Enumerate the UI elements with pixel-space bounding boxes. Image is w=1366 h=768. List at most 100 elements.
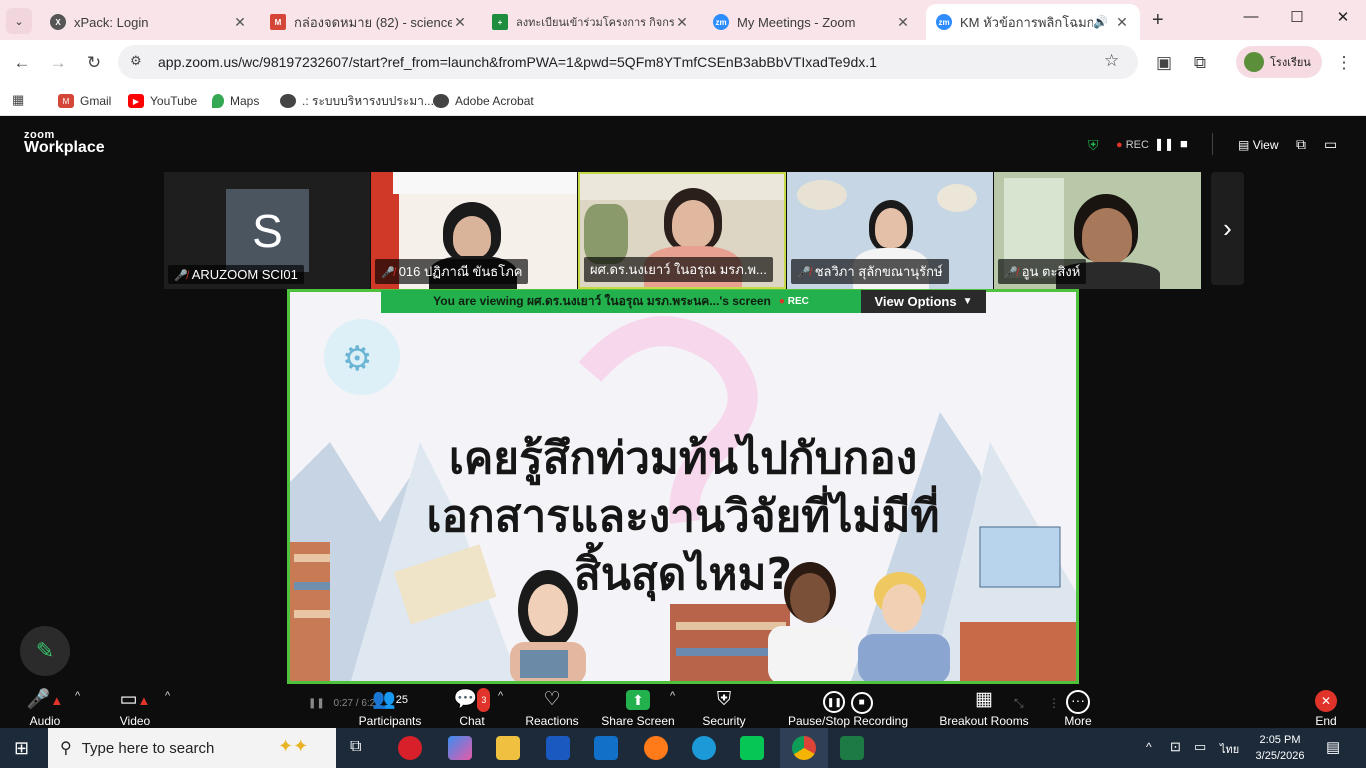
tab-search-chevron-icon[interactable]: ⌄ [6,8,32,34]
reload-icon[interactable]: ↻ [82,51,106,75]
system-clock[interactable]: 2:05 PM 3/25/2026 [1250,732,1310,764]
bookmark-gmail[interactable]: M Gmail [58,92,111,110]
outlook-icon[interactable] [594,736,618,760]
name-text: ผศ.ดร.นงเยาว์ ในอรุณ มรภ.พ... [590,262,767,277]
security-button[interactable]: ⛨ Security [674,688,774,728]
edge-icon[interactable] [692,736,716,760]
notifications-icon[interactable]: ▤ [1326,738,1340,756]
zoom-favicon-icon: zm [936,14,952,30]
end-x-icon: ✕ [1276,688,1366,712]
view-button[interactable]: ▤ View [1238,138,1278,152]
task-view-icon[interactable]: ⧉ [350,738,361,756]
browser-menu-icon[interactable]: ⋮ [1332,51,1356,75]
input-language[interactable]: ไทย [1220,740,1239,758]
minimize-button[interactable]: — [1228,8,1274,32]
more-label: More [1064,714,1092,728]
zoom-workplace-logo: zoom Workplace [24,129,105,157]
new-tab-button[interactable]: + [1152,9,1164,32]
person-face [672,200,714,248]
participant-tile[interactable]: S 🎤̸ ARUZOOM SCI01 [164,172,370,289]
tab-registration-form[interactable]: + ลงทะเบียนเข้าร่วมโครงการ กิจกรร ✕ [482,4,700,40]
profile-chip[interactable]: โรงเรียน [1236,46,1322,78]
bookmark-star-icon[interactable]: ☆ [1104,51,1119,71]
taskbar-search-box[interactable]: ⚲ Type here to search ✦✦ [48,728,336,768]
close-tab-icon[interactable]: ✕ [452,14,468,31]
forward-arrow-icon[interactable]: → [46,51,70,75]
tab-gmail[interactable]: M กล่องจดหมาย (82) - science@ ✕ [260,4,478,40]
maximize-button[interactable]: ☐ [1274,8,1320,32]
reactions-button[interactable]: ♡ Reactions [502,688,602,728]
background-flower [937,184,977,212]
apps-grid-icon[interactable]: ▦ [12,92,24,108]
app-a-icon[interactable] [546,736,570,760]
character-book [520,650,568,678]
address-bar[interactable]: ⚙ app.zoom.us/wc/98197232607/start?ref_f… [118,45,1138,79]
close-tab-icon[interactable]: ✕ [895,14,911,31]
close-window-button[interactable]: ✕ [1320,8,1366,32]
tab-km-meeting-active[interactable]: zm KM หัวข้อการพลิกโฉมการพั 🔊 ✕ [926,4,1140,40]
muted-mic-icon: 🎤̸ [174,270,188,282]
end-meeting-button[interactable]: ✕ End [1276,688,1366,728]
annotate-pen-icon[interactable]: ✎ [20,626,70,676]
encryption-shield-icon[interactable]: ⛨ [1088,137,1099,154]
timer-pause-icon[interactable]: ❚❚ [308,698,325,709]
next-page-chevron-icon[interactable]: › [1211,172,1244,285]
minimize-meeting-icon[interactable]: ▭ [1324,136,1337,153]
close-tab-icon[interactable]: ✕ [232,14,248,31]
tab-title: My Meetings - Zoom [737,14,856,30]
name-text: 016 ปฏิภาณี ขันธโภค [398,264,523,279]
tab-title: กล่องจดหมาย (82) - science@ [294,14,452,30]
participant-tile[interactable]: 🎤̸ 016 ปฏิภาณี ขันธโภค [371,172,577,289]
background-flower [797,180,847,210]
recording-label: Pause/Stop Recording [787,714,909,728]
pause-recording-icon[interactable]: ❚❚ [1154,137,1174,151]
video-options-caret-icon[interactable]: ^ [165,690,170,702]
line-icon[interactable] [740,736,764,760]
participant-tile[interactable]: 🎤̸ ชลวิภา สุลักขณานุรักษ์ [787,172,993,289]
opera-icon[interactable] [398,736,422,760]
participant-tile[interactable]: 🎤̸ อูน ตะสิงห์ [994,172,1201,289]
more-button[interactable]: ··· More [1028,688,1128,728]
chrome-icon [792,736,816,760]
lens-icon[interactable]: ▣ [1152,51,1176,75]
bookmark-budget-system[interactable]: .: ระบบบริหารงบประมา... [280,92,434,110]
network-icon[interactable]: ⊡ [1170,739,1181,755]
audio-options-caret-icon[interactable]: ^ [75,690,80,702]
back-arrow-icon[interactable]: ← [10,51,34,75]
name-text: ARUZOOM SCI01 [191,267,298,282]
windows-start-icon[interactable]: ⊞ [14,738,29,759]
show-hidden-icons-chevron-icon[interactable]: ^ [1146,740,1152,754]
bookmark-label: .: ระบบบริหารงบประมา... [302,93,434,108]
background-banner-top [393,172,577,194]
collapse-icon[interactable]: ⤡ [1014,696,1024,711]
close-tab-icon[interactable]: ✕ [1114,14,1130,31]
pause-stop-recording-button[interactable]: ❚❚ ■ Pause/Stop Recording [780,688,916,728]
bookmark-maps[interactable]: Maps [212,92,259,110]
participant-tile-speaking[interactable]: ผศ.ดร.นงเยาว์ ในอรุณ มรภ.พ... [578,172,786,289]
close-tab-icon[interactable]: ✕ [674,14,690,31]
background-plant [584,204,628,264]
participant-name: 🎤̸ ชลวิภา สุลักขณานุรักษ์ [791,259,949,284]
tab-my-meetings[interactable]: zm My Meetings - Zoom ✕ [703,4,921,40]
picture-in-picture-icon[interactable]: ⧉ [1296,136,1306,153]
recording-indicator[interactable]: ● REC [1116,139,1149,151]
bookmark-label: Gmail [80,94,112,108]
bookmark-adobe-acrobat[interactable]: Adobe Acrobat [433,92,534,110]
audio-button[interactable]: 🎤▲ Audio [0,688,95,728]
speaker-icon[interactable]: 🔊 [1093,15,1108,29]
display-icon[interactable]: ▭ [1194,739,1206,755]
chrome-taskbar-active[interactable] [780,728,828,768]
url-text[interactable]: app.zoom.us/wc/98197232607/start?ref_fro… [158,54,877,70]
site-info-icon[interactable]: ⚙ [130,53,142,69]
file-explorer-icon[interactable] [496,736,520,760]
chevron-down-icon: ▼ [962,296,973,307]
bookmark-youtube[interactable]: ▶ YouTube [128,92,197,110]
view-options-button[interactable]: View Options ▼ [861,290,986,313]
stop-recording-icon[interactable]: ■ [1180,136,1188,151]
rec-dot-icon: ● [778,296,785,307]
firefox-icon[interactable] [644,736,668,760]
excel-icon[interactable] [840,736,864,760]
copilot-icon[interactable] [448,736,472,760]
extensions-puzzle-icon[interactable]: ⧉ [1188,51,1212,75]
tab-xpack-login[interactable]: X xPack: Login ✕ [40,4,258,40]
